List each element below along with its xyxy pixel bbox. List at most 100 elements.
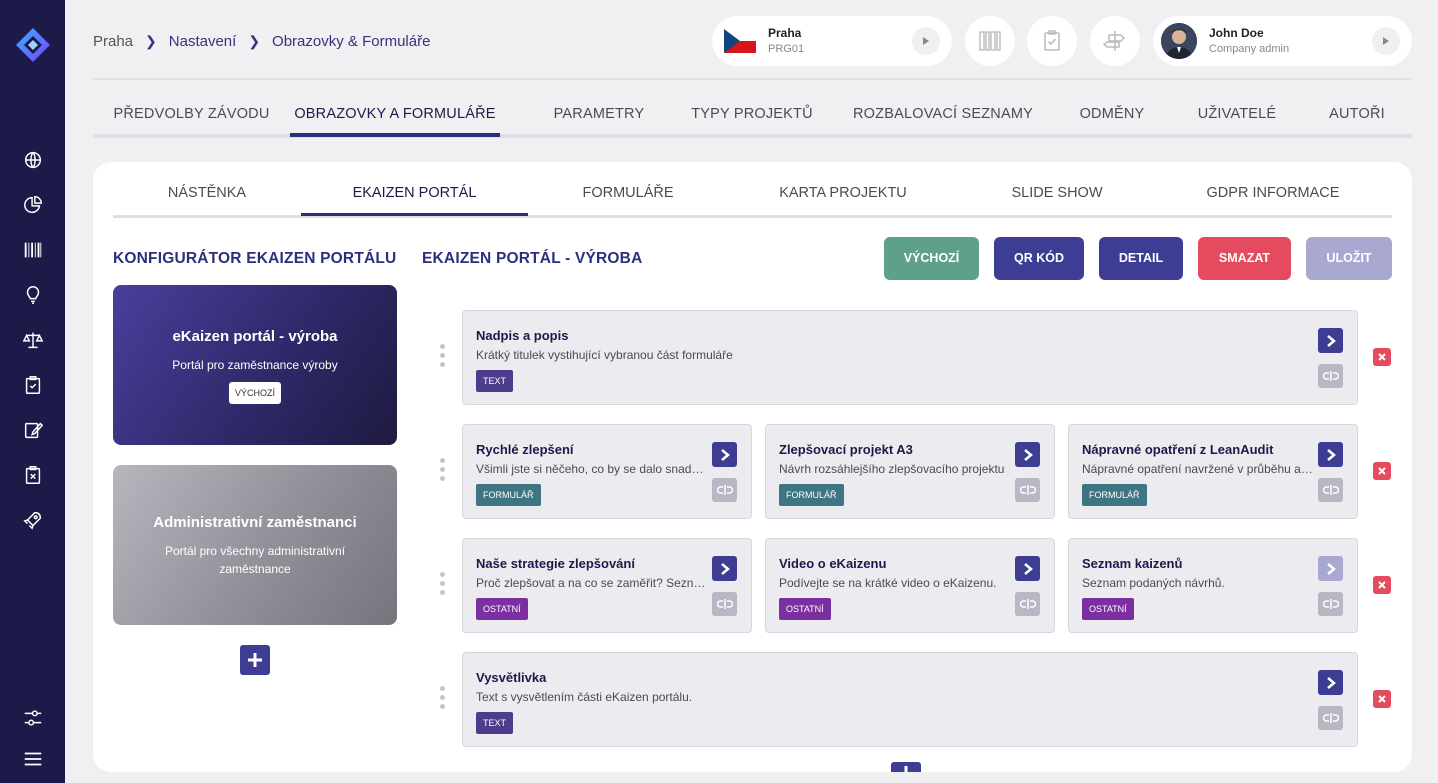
remove-row-icon[interactable] (1373, 462, 1391, 480)
tab-odmeny[interactable]: ODMĚNY (1067, 106, 1157, 122)
tab-karta-projektu[interactable]: KARTA PROJEKTU (753, 185, 933, 201)
lightbulb-icon[interactable] (21, 283, 45, 307)
chevron-right-icon[interactable] (1318, 556, 1343, 581)
link-icon[interactable] (1318, 478, 1343, 502)
portal-block[interactable]: Zlepšovací projekt A3 Návrh rozsáhlejšíh… (765, 424, 1055, 519)
block-title: Seznam kaizenů (1082, 556, 1183, 571)
save-button[interactable]: ULOŽIT (1306, 237, 1392, 280)
app-logo-icon[interactable] (14, 26, 52, 64)
chevron-right-icon[interactable] (712, 442, 737, 467)
tab-nastenka[interactable]: NÁSTĚNKA (113, 185, 301, 201)
czech-flag-icon (724, 29, 756, 53)
clipboard-check-button[interactable] (1027, 16, 1077, 66)
portal-card-active[interactable]: eKaizen portál - výroba Portál pro zaměs… (113, 285, 397, 445)
block-title: Rychlé zlepšení (476, 442, 574, 457)
block-description: Návrh rozsáhlejšího zlepšovacího projekt… (779, 462, 1005, 476)
portal-block[interactable]: Naše strategie zlepšování Proč zlepšovat… (462, 538, 752, 633)
sliders-icon[interactable] (21, 706, 45, 730)
link-icon[interactable] (1015, 592, 1040, 616)
tab-gdpr-informace[interactable]: GDPR INFORMACE (1173, 185, 1373, 201)
tab-autori[interactable]: AUTOŘI (1317, 106, 1397, 122)
tab-slide-show[interactable]: SLIDE SHOW (973, 185, 1141, 201)
block-description: Krátký titulek vystihující vybranou část… (476, 348, 733, 362)
plus-icon (904, 766, 908, 772)
chevron-right-icon[interactable] (1318, 328, 1343, 353)
tab-typy-projektu[interactable]: TYPY PROJEKTŮ (687, 106, 817, 122)
chevron-right-icon: ❯ (248, 33, 261, 49)
play-icon[interactable] (912, 27, 940, 55)
portal-description: Portál pro zaměstnance výroby (172, 358, 338, 372)
location-selector[interactable]: Praha PRG01 (712, 16, 952, 66)
breadcrumb-item[interactable]: Praha (93, 33, 133, 50)
remove-row-icon[interactable] (1373, 348, 1391, 366)
chevron-right-icon[interactable] (1318, 442, 1343, 467)
tab-predvolby-zavodu[interactable]: PŘEDVOLBY ZÁVODU (93, 106, 290, 122)
play-icon[interactable] (1372, 27, 1400, 55)
link-icon[interactable] (1318, 706, 1343, 730)
avatar (1161, 23, 1197, 59)
link-icon[interactable] (1318, 592, 1343, 616)
edit-note-icon[interactable] (21, 418, 45, 442)
link-icon[interactable] (1318, 364, 1343, 388)
location-code: PRG01 (768, 43, 805, 55)
plus-icon (248, 653, 262, 667)
block-tag: FORMULÁŘ (1082, 484, 1147, 506)
chevron-right-icon[interactable] (1015, 556, 1040, 581)
tab-ekaizen-portal[interactable]: EKAIZEN PORTÁL (301, 185, 528, 201)
portal-block[interactable]: Vysvětlivka Text s vysvětlením části eKa… (462, 652, 1358, 747)
rocket-icon[interactable] (21, 508, 45, 532)
tab-formulare[interactable]: FORMULÁŘE (543, 185, 713, 201)
link-icon[interactable] (712, 592, 737, 616)
link-icon[interactable] (712, 478, 737, 502)
chevron-right-icon: ❯ (145, 33, 157, 49)
barcode-icon[interactable] (21, 238, 45, 262)
tab-rozbalovaci-seznamy[interactable]: ROZBALOVACÍ SEZNAMY (843, 106, 1043, 122)
active-subtab-indicator (301, 213, 528, 216)
portal-card[interactable]: Administrativní zaměstnanci Portál pro v… (113, 465, 397, 625)
user-menu[interactable]: John Doe Company admin (1153, 16, 1412, 66)
block-description: Nápravné opatření navržené v průběhu aud… (1082, 462, 1314, 476)
portal-block[interactable]: Nadpis a popis Krátký titulek vystihujíc… (462, 310, 1358, 405)
default-button[interactable]: VÝCHOZÍ (884, 237, 979, 280)
barcode-icon (979, 31, 1001, 51)
portal-block[interactable]: Seznam kaizenů Seznam podaných návrhů. O… (1068, 538, 1358, 633)
drag-handle-icon[interactable] (438, 686, 446, 709)
menu-icon[interactable] (21, 747, 45, 771)
block-title: Nápravné opatření z LeanAudit (1082, 442, 1274, 457)
breadcrumb-item[interactable]: Nastavení (169, 33, 237, 50)
tab-uzivatele[interactable]: UŽIVATELÉ (1187, 106, 1287, 122)
block-tag: OSTATNÍ (1082, 598, 1134, 620)
signpost-button[interactable] (1090, 16, 1140, 66)
chevron-right-icon[interactable] (1015, 442, 1040, 467)
link-icon[interactable] (1015, 478, 1040, 502)
chevron-right-icon[interactable] (712, 556, 737, 581)
tab-parametry[interactable]: PARAMETRY (524, 106, 674, 122)
scales-icon[interactable] (21, 328, 45, 352)
add-row-button[interactable] (891, 762, 921, 772)
portal-block[interactable]: Video o eKaizenu Podívejte se na krátké … (765, 538, 1055, 633)
portal-block[interactable]: Rychlé zlepšení Všimli jste si něčeho, c… (462, 424, 752, 519)
barcode-scanner-button[interactable] (965, 16, 1015, 66)
delete-button[interactable]: SMAZAT (1198, 237, 1291, 280)
default-badge: VÝCHOZÍ (229, 382, 281, 404)
sidebar-rail (0, 0, 65, 783)
chevron-right-icon[interactable] (1318, 670, 1343, 695)
remove-row-icon[interactable] (1373, 690, 1391, 708)
editor-title: EKAIZEN PORTÁL - VÝROBA (422, 250, 643, 267)
user-role: Company admin (1209, 43, 1290, 55)
clipboard-check-icon[interactable] (21, 373, 45, 397)
drag-handle-icon[interactable] (438, 344, 446, 367)
clipboard-x-icon[interactable] (21, 463, 45, 487)
pie-chart-icon[interactable] (21, 193, 45, 217)
add-portal-button[interactable] (240, 645, 270, 675)
portal-block[interactable]: Nápravné opatření z LeanAudit Nápravné o… (1068, 424, 1358, 519)
globe-icon[interactable] (21, 148, 45, 172)
detail-button[interactable]: DETAIL (1099, 237, 1183, 280)
user-name: John Doe (1209, 26, 1264, 40)
breadcrumb: Praha ❯ Nastavení ❯ Obrazovky & Formulář… (93, 33, 430, 50)
drag-handle-icon[interactable] (438, 458, 446, 481)
qr-code-button[interactable]: QR KÓD (994, 237, 1084, 280)
remove-row-icon[interactable] (1373, 576, 1391, 594)
drag-handle-icon[interactable] (438, 572, 446, 595)
tab-obrazovky-a-formulare[interactable]: OBRAZOVKY A FORMULÁŘE (290, 106, 500, 122)
